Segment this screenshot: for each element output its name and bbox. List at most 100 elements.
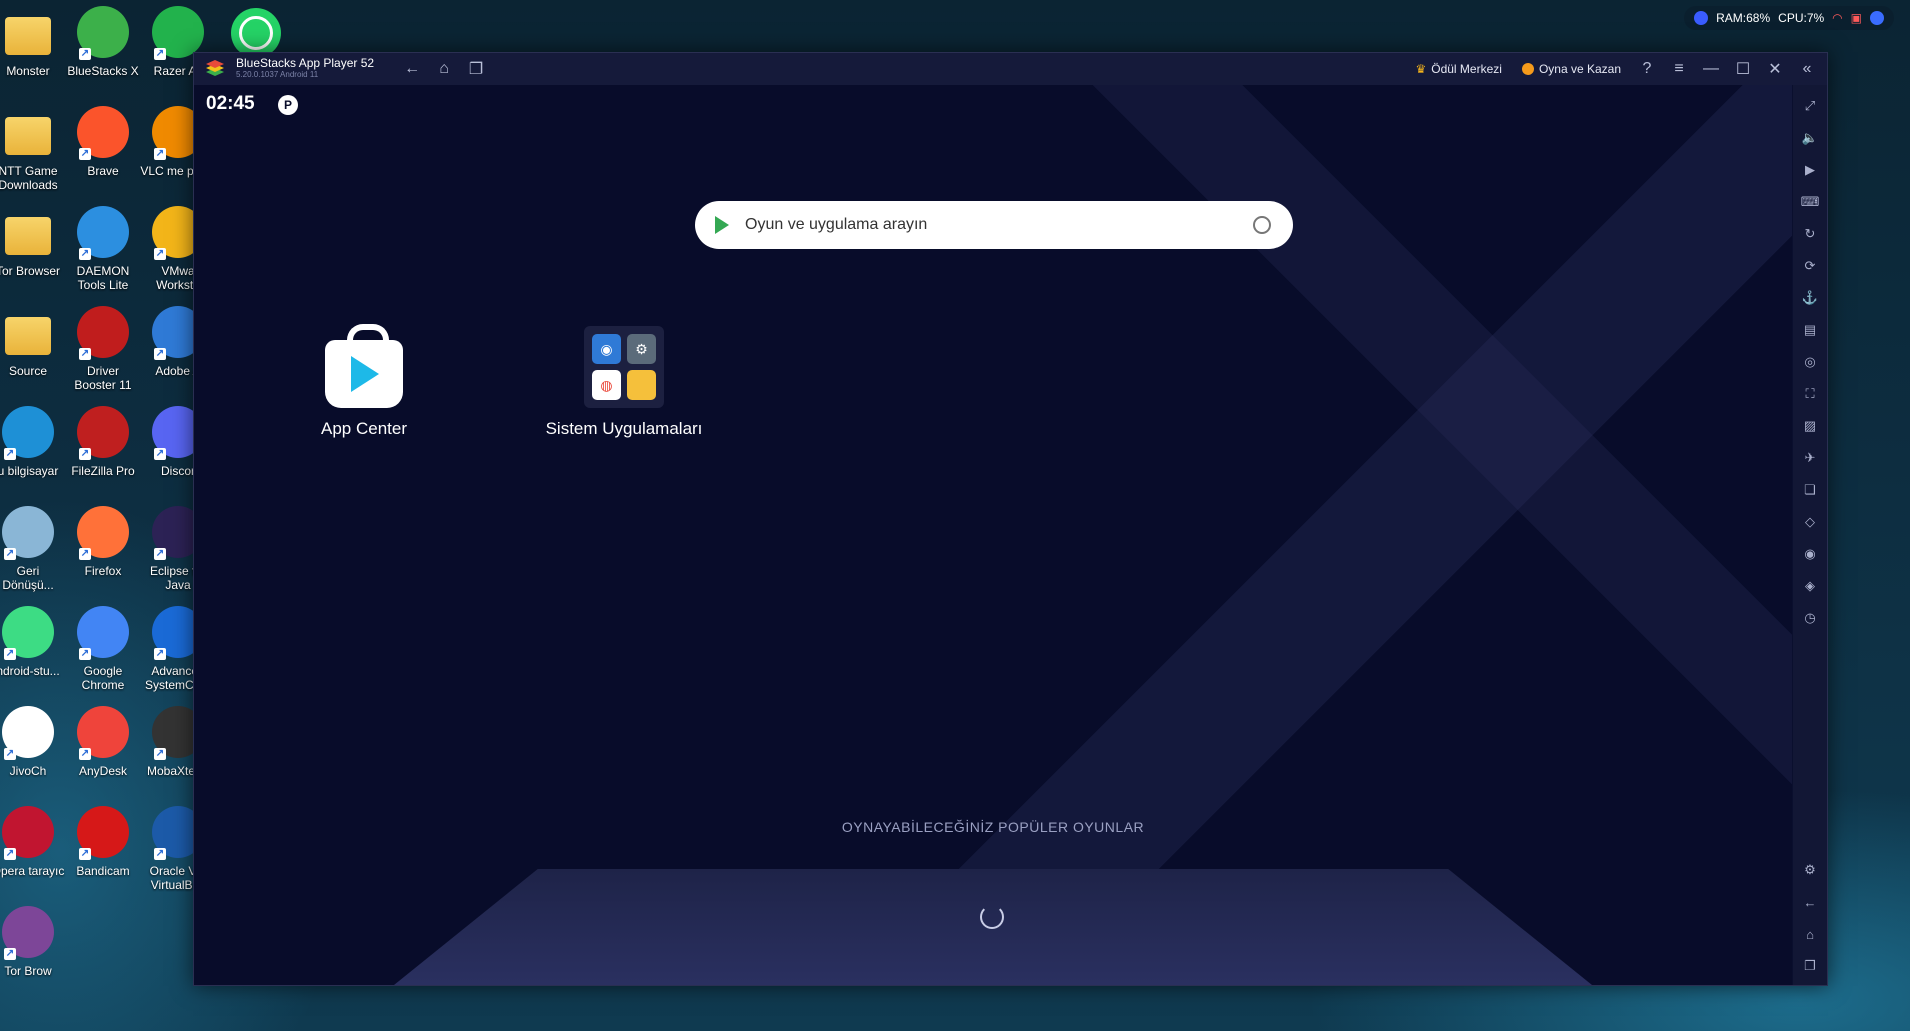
desktop-shortcut-label: Driver Booster 11: [74, 364, 132, 392]
desktop-shortcut[interactable]: ↗ ndroid-stu...: [0, 606, 66, 698]
location-icon[interactable]: ◉: [1799, 543, 1821, 565]
whatsapp-icon[interactable]: [231, 8, 281, 58]
app-icon: ↗: [2, 906, 54, 960]
desktop-shortcut-label: Geri Dönüşü...: [2, 564, 54, 592]
arrow-icon[interactable]: [1870, 11, 1884, 25]
recent-icon[interactable]: ❐: [1799, 955, 1821, 977]
desktop-shortcut[interactable]: ↗ Brave: [65, 106, 141, 198]
screenshot-icon[interactable]: ◎: [1799, 351, 1821, 373]
system-apps-icon: ◉ ⚙ ◍: [584, 326, 664, 408]
coin-icon: [1521, 63, 1534, 75]
desktop-shortcut-label: u bilgisayar: [0, 464, 59, 478]
close-icon[interactable]: ✕: [1761, 55, 1789, 83]
notification-icon: P: [278, 95, 298, 115]
desktop-shortcut[interactable]: ↗ BlueStacks X: [65, 6, 141, 98]
desktop-shortcut[interactable]: ↗ Firefox: [65, 506, 141, 598]
app-icon: ↗: [77, 206, 129, 260]
desktop-shortcut[interactable]: ↗ u bilgisayar: [0, 406, 66, 498]
desktop-shortcut[interactable]: ↗ DAEMON Tools Lite: [65, 206, 141, 298]
app-icon: ↗: [152, 6, 204, 60]
airplane-icon[interactable]: ✈: [1799, 447, 1821, 469]
recent-apps-icon[interactable]: ❐: [462, 55, 490, 83]
desktop-shortcut[interactable]: Monster: [0, 6, 66, 98]
bluestacks-window: BlueStacks App Player 52 5.20.0.1037 And…: [193, 52, 1828, 986]
apk-icon[interactable]: ▤: [1799, 319, 1821, 341]
desktop-shortcut[interactable]: ↗ Opera tarayıc: [0, 806, 66, 898]
wifi-icon[interactable]: ◠: [1832, 11, 1842, 25]
layers-icon[interactable]: ◈: [1799, 575, 1821, 597]
popular-games-heading: OYNAYABİLECEĞİNİZ POPÜLER OYUNLAR: [841, 819, 1145, 835]
desktop-shortcut[interactable]: ↗ Google Chrome: [65, 606, 141, 698]
maximize-icon[interactable]: ☐: [1729, 55, 1757, 83]
desktop-shortcut[interactable]: ↗ Driver Booster 11: [65, 306, 141, 398]
gallery-icon[interactable]: ▨: [1799, 415, 1821, 437]
app-center-icon: [324, 324, 404, 408]
app-center-shortcut[interactable]: App Center: [304, 324, 424, 439]
rpk-icon[interactable]: ⚓: [1799, 287, 1821, 309]
back-arrow-icon[interactable]: ←: [398, 55, 426, 83]
rotate-icon[interactable]: ⟳: [1799, 255, 1821, 277]
desktop-shortcut-label: AnyDesk: [78, 764, 128, 778]
system-apps-label: Sistem Uygulamaları: [545, 419, 703, 438]
desktop-shortcut-label: DAEMON Tools Lite: [76, 264, 130, 292]
app-icon: ↗: [2, 506, 54, 560]
desktop-shortcut-label: Brave: [87, 164, 119, 178]
multi-instance-icon[interactable]: ❏: [1799, 479, 1821, 501]
settings-icon[interactable]: ⚙: [1799, 859, 1821, 881]
desktop-shortcut[interactable]: ↗ Geri Dönüşü...: [0, 506, 66, 598]
title-bar[interactable]: BlueStacks App Player 52 5.20.0.1037 And…: [194, 53, 1827, 85]
volume-icon[interactable]: 🔈: [1799, 127, 1821, 149]
desktop-shortcut[interactable]: ↗ Bandicam: [65, 806, 141, 898]
system-apps-folder[interactable]: ◉ ⚙ ◍ Sistem Uygulamaları: [514, 326, 734, 439]
chrome-icon: ◍: [592, 370, 621, 400]
desktop-shortcut[interactable]: Tor Browser: [0, 206, 66, 298]
home-icon[interactable]: ⌂: [430, 55, 458, 83]
ram-usage: RAM:68%: [1716, 11, 1771, 25]
system-tray: RAM:68% CPU:7% ◠ ▣: [1684, 6, 1894, 30]
help-icon[interactable]: ?: [1633, 55, 1661, 83]
app-search-bar[interactable]: Oyun ve uygulama arayın: [695, 201, 1293, 249]
eco-icon[interactable]: ◇: [1799, 511, 1821, 533]
reward-center-button[interactable]: ♛ Ödül Merkezi: [1407, 58, 1509, 80]
reward-center-label: Ödül Merkezi: [1431, 62, 1502, 76]
search-placeholder: Oyun ve uygulama arayın: [745, 216, 928, 233]
desktop-shortcut[interactable]: NTT Game Downloads: [0, 106, 66, 198]
collapse-sidebar-icon[interactable]: «: [1793, 55, 1821, 83]
app-icon: [2, 6, 54, 58]
desktop-shortcut[interactable]: ↗ AnyDesk: [65, 706, 141, 798]
macro-icon[interactable]: ◷: [1799, 607, 1821, 629]
mic-icon[interactable]: [1694, 11, 1709, 25]
camera-icon: ◉: [592, 334, 621, 364]
minimize-icon[interactable]: —: [1697, 55, 1725, 83]
desktop-shortcut-label: Source: [8, 364, 48, 378]
right-sidebar: ⤢ 🔈 ▶ ⌨ ↻ ⟳ ⚓ ▤ ◎ ⛶ ▨ ✈ ❏ ◇ ◉ ◈ ◷ ⚙ ← ⌂ ❐: [1793, 85, 1827, 985]
file-manager-icon: [627, 370, 656, 400]
replay-icon[interactable]: ↻: [1799, 223, 1821, 245]
record-icon[interactable]: ▣: [1851, 11, 1862, 25]
app-icon: ↗: [77, 506, 129, 560]
search-icon[interactable]: [1253, 216, 1271, 234]
loading-spinner-icon: [980, 905, 1004, 929]
desktop-shortcut-label: JivoCh: [9, 764, 47, 778]
desktop-shortcut[interactable]: ↗ FileZilla Pro: [65, 406, 141, 498]
desktop-shortcut-label: Tor Brow: [4, 964, 52, 978]
app-icon: ↗: [77, 306, 129, 360]
window-version: 5.20.0.1037 Android 11: [236, 70, 319, 79]
back-icon[interactable]: ←: [1799, 891, 1821, 913]
menu-icon[interactable]: ≡: [1665, 55, 1693, 83]
desktop-shortcut[interactable]: Source: [0, 306, 66, 398]
desktop-shortcut-label: Monster: [6, 64, 50, 78]
scale-icon[interactable]: ⛶: [1799, 383, 1821, 405]
desktop-shortcut[interactable]: ↗ JivoCh: [0, 706, 66, 798]
crown-icon: ♛: [1415, 62, 1427, 76]
desktop-shortcut-label: Firefox: [84, 564, 122, 578]
home-icon[interactable]: ⌂: [1799, 923, 1821, 945]
fullscreen-icon[interactable]: ⤢: [1799, 95, 1821, 117]
desktop-shortcut[interactable]: ↗ Tor Brow: [0, 906, 66, 998]
bluestacks-logo-icon: [206, 60, 224, 76]
app-icon: ↗: [77, 606, 129, 660]
media-icon[interactable]: ▶: [1799, 159, 1821, 181]
keyboard-icon[interactable]: ⌨: [1799, 191, 1821, 213]
play-and-earn-button[interactable]: Oyna ve Kazan: [1514, 58, 1629, 80]
window-title: BlueStacks App Player 52: [236, 56, 375, 70]
